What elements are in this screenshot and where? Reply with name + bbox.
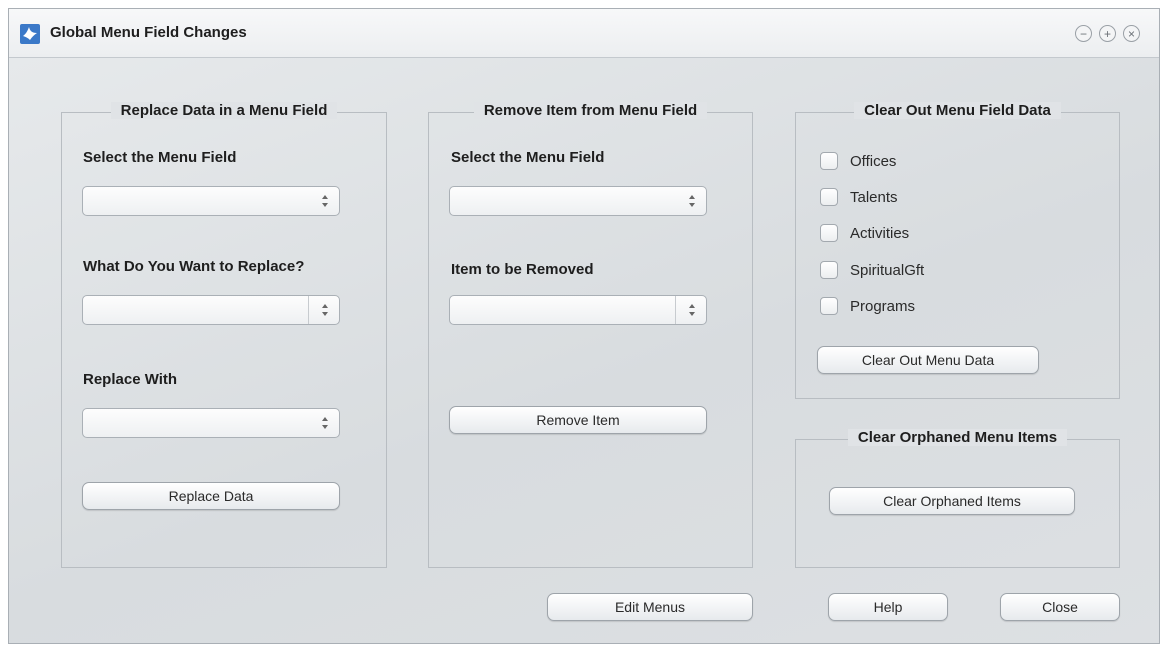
spinner-arrows-icon [322, 417, 328, 429]
close-button[interactable]: Close [1000, 593, 1120, 621]
activities-checkbox[interactable] [820, 224, 838, 242]
edit-menus-button[interactable]: Edit Menus [547, 593, 753, 621]
remove-item-group: Remove Item from Menu Field Select the M… [428, 102, 753, 568]
orphan-group-title: Clear Orphaned Menu Items [847, 429, 1068, 446]
item-to-remove-select[interactable] [449, 295, 707, 325]
offices-checkbox[interactable] [820, 152, 838, 170]
talents-checkbox[interactable] [820, 188, 838, 206]
global-menu-field-changes-window: Global Menu Field Changes − + × Replace … [8, 8, 1160, 644]
spinner-arrows-icon [689, 304, 695, 316]
spinner-arrows-icon [322, 304, 328, 316]
close-icon: × [1127, 26, 1135, 41]
clear-orphaned-items-button[interactable]: Clear Orphaned Items [829, 487, 1075, 515]
remove-menu-field-select[interactable] [449, 186, 707, 216]
replace-menu-field-select[interactable] [82, 186, 340, 216]
clear-out-menu-data-button[interactable]: Clear Out Menu Data [817, 346, 1039, 374]
checkbox-label: Offices [850, 152, 897, 170]
checkbox-label: Programs [850, 297, 916, 315]
replace-select-field-label: Select the Menu Field [83, 149, 237, 166]
bird-logo-icon [20, 24, 40, 44]
dialog-content: Replace Data in a Menu Field Select the … [9, 58, 1159, 643]
checkbox-label: SpiritualGft [850, 261, 925, 279]
programs-checkbox[interactable] [820, 297, 838, 315]
checkbox-label: Activities [850, 224, 910, 242]
item-to-remove-label: Item to be Removed [451, 261, 594, 278]
window-title: Global Menu Field Changes [50, 24, 247, 41]
checkbox-spiritualgft[interactable]: SpiritualGft [820, 259, 924, 281]
checkbox-talents[interactable]: Talents [820, 186, 898, 208]
minimize-button[interactable]: − [1075, 25, 1092, 42]
replace-what-label: What Do You Want to Replace? [83, 258, 305, 275]
title-bar[interactable]: Global Menu Field Changes − + × [9, 9, 1159, 58]
maximize-icon: + [1103, 26, 1111, 41]
clear-menu-data-group: Clear Out Menu Field Data Offices Talent… [795, 102, 1120, 399]
minimize-icon: − [1079, 26, 1087, 41]
help-button[interactable]: Help [828, 593, 948, 621]
spiritualgft-checkbox[interactable] [820, 261, 838, 279]
maximize-button[interactable]: + [1099, 25, 1116, 42]
remove-group-title: Remove Item from Menu Field [473, 102, 708, 119]
close-window-button[interactable]: × [1123, 25, 1140, 42]
clear-orphaned-group: Clear Orphaned Menu Items Clear Orphaned… [795, 429, 1120, 568]
replace-what-select[interactable] [82, 295, 340, 325]
spinner-arrows-icon [322, 195, 328, 207]
remove-select-field-label: Select the Menu Field [451, 149, 605, 166]
replace-group-title: Replace Data in a Menu Field [110, 102, 338, 119]
replace-with-label: Replace With [83, 371, 178, 388]
checkbox-offices[interactable]: Offices [820, 150, 896, 172]
remove-item-button[interactable]: Remove Item [449, 406, 707, 434]
checkbox-label: Talents [850, 188, 898, 206]
checkbox-programs[interactable]: Programs [820, 295, 915, 317]
clear-group-title: Clear Out Menu Field Data [854, 102, 1061, 119]
spinner-arrows-icon [689, 195, 695, 207]
replace-with-select[interactable] [82, 408, 340, 438]
replace-data-button[interactable]: Replace Data [82, 482, 340, 510]
replace-data-group: Replace Data in a Menu Field Select the … [61, 102, 387, 568]
checkbox-activities[interactable]: Activities [820, 222, 909, 244]
